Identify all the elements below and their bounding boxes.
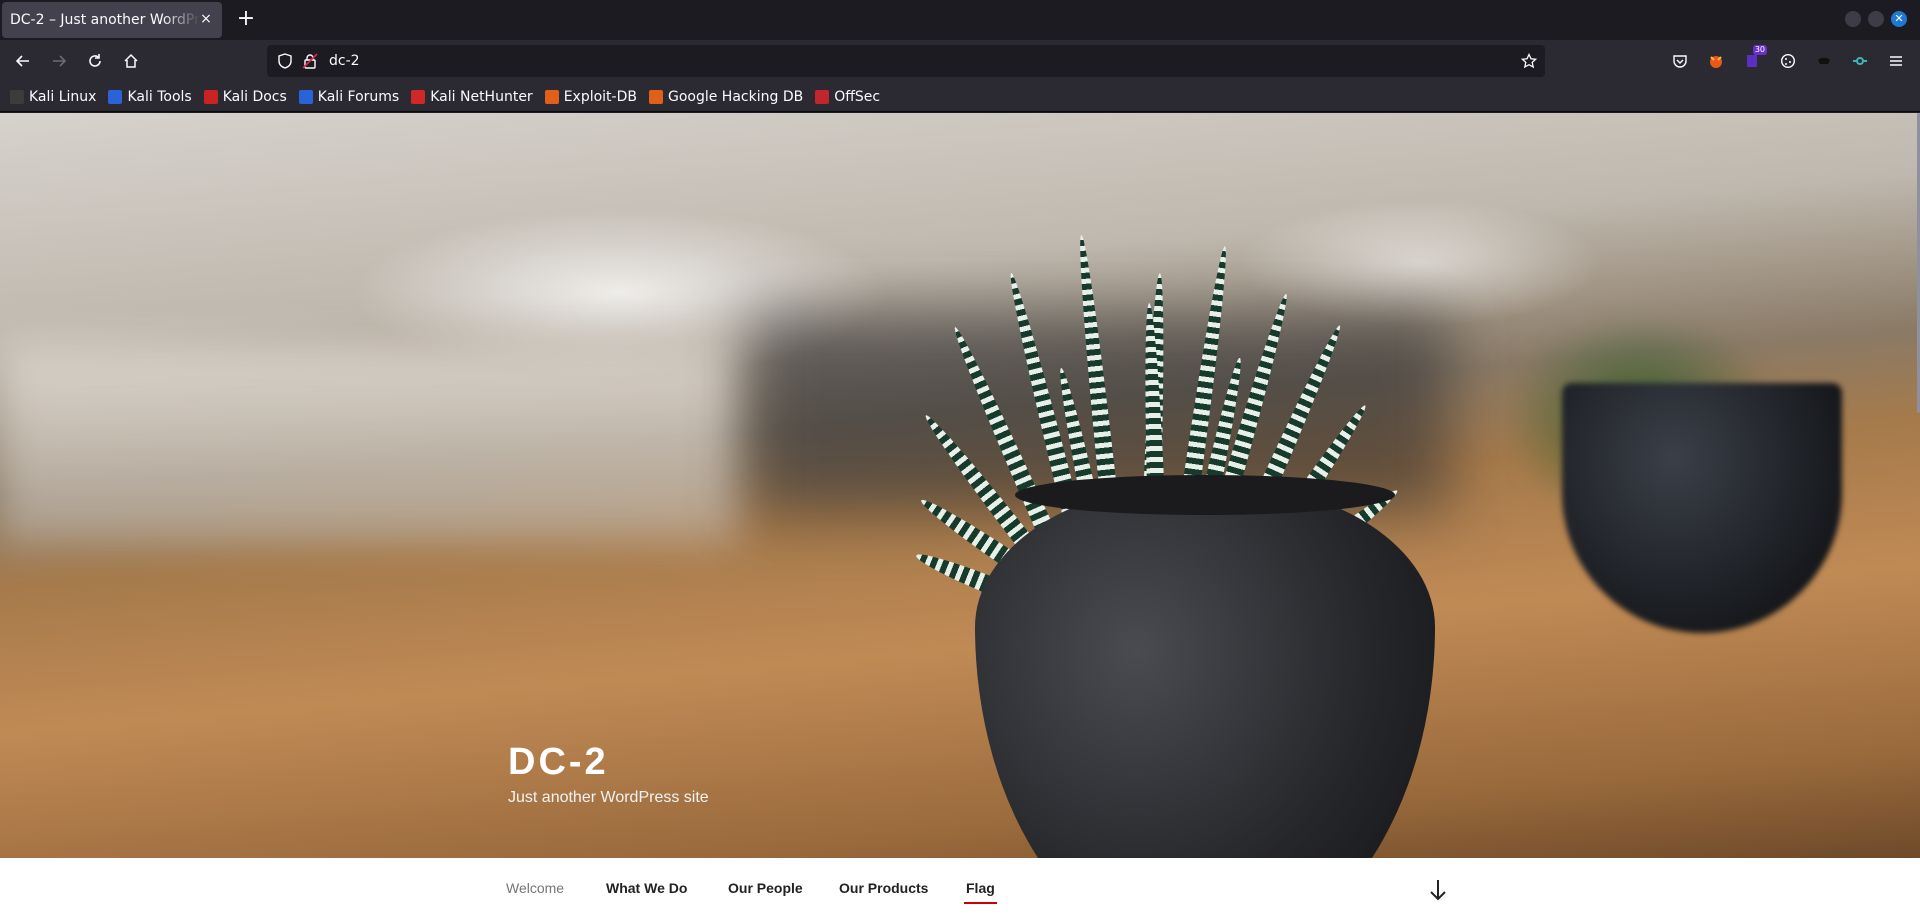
exploit-db-icon bbox=[544, 89, 559, 104]
maximize-button[interactable] bbox=[1868, 11, 1884, 27]
url-text[interactable]: dc-2 bbox=[329, 53, 360, 69]
site-title[interactable]: DC-2 bbox=[508, 741, 609, 784]
reload-icon bbox=[89, 54, 101, 67]
menu-item-our-products[interactable]: Our Products bbox=[839, 880, 928, 896]
kali-docs-icon bbox=[203, 89, 218, 104]
bookmark-label: Kali Tools bbox=[127, 88, 192, 105]
bookmarks-toolbar: Kali Linux Kali Tools Kali Docs Kali Forums… bbox=[0, 82, 1920, 112]
extension-badge: 30 bbox=[1752, 45, 1767, 55]
back-button[interactable] bbox=[11, 49, 35, 73]
menu-item-our-people[interactable]: Our People bbox=[728, 880, 803, 896]
kali-tools-icon bbox=[108, 89, 123, 104]
fox-extension-icon[interactable] bbox=[1707, 52, 1725, 70]
pocket-icon[interactable] bbox=[1671, 52, 1689, 70]
google-hacking-db-icon bbox=[648, 89, 663, 104]
webpage: DC-2 Just another WordPress site Welcome… bbox=[0, 113, 1920, 920]
bookmark-label: OffSec bbox=[834, 88, 881, 105]
forward-arrow-icon bbox=[53, 55, 67, 67]
bookmark-kali-tools[interactable]: Kali Tools bbox=[108, 88, 192, 105]
kali-forums-icon bbox=[298, 89, 313, 104]
bookmark-google-hacking-db[interactable]: Google Hacking DB bbox=[648, 88, 804, 105]
shield-icon[interactable] bbox=[277, 53, 293, 69]
reload-button[interactable] bbox=[83, 49, 107, 73]
minimize-button[interactable] bbox=[1845, 11, 1861, 27]
tab-strip: DC-2 – Just another WordPress site × + ✕ bbox=[0, 0, 1920, 40]
bookmark-label: Kali Linux bbox=[29, 88, 97, 105]
bookmark-kali-linux[interactable]: Kali Linux bbox=[10, 89, 96, 105]
bookmark-kali-nethunter[interactable]: Kali NetHunter bbox=[411, 88, 533, 105]
insecure-lock-icon[interactable] bbox=[302, 53, 318, 69]
bookmark-label: Kali Docs bbox=[222, 88, 287, 105]
cookie-icon[interactable] bbox=[1779, 52, 1797, 70]
plant-pot bbox=[975, 483, 1435, 858]
kali-linux-icon bbox=[10, 89, 24, 104]
bookmark-exploit-db[interactable]: Exploit-DB bbox=[544, 88, 637, 105]
bookmark-offsec[interactable]: OffSec bbox=[815, 89, 880, 105]
bookmark-label: Kali Forums bbox=[317, 88, 400, 105]
mask-extension-icon[interactable] bbox=[1815, 52, 1833, 70]
bookmark-kali-forums[interactable]: Kali Forums bbox=[298, 88, 400, 105]
site-description: Just another WordPress site bbox=[508, 789, 709, 806]
bookmark-label: Exploit-DB bbox=[563, 88, 637, 105]
bookmark-star-icon[interactable] bbox=[1521, 53, 1537, 69]
close-icon[interactable]: × bbox=[198, 11, 214, 27]
top-navigation-menu: Welcome What We Do Our People Our Products F… bbox=[0, 858, 1920, 920]
menu-item-flag[interactable]: Flag bbox=[964, 880, 997, 904]
offsec-icon bbox=[815, 89, 830, 104]
extension-badge-icon[interactable]: 30 bbox=[1743, 45, 1767, 70]
hero-header-image: DC-2 Just another WordPress site bbox=[0, 113, 1920, 858]
menu-item-what-we-do[interactable]: What We Do bbox=[606, 880, 687, 896]
close-window-button[interactable]: ✕ bbox=[1891, 11, 1907, 27]
navigation-toolbar: dc-2 30 bbox=[0, 40, 1920, 82]
bookmark-kali-docs[interactable]: Kali Docs bbox=[203, 88, 287, 105]
bookmark-label: Kali NetHunter bbox=[430, 88, 533, 105]
menu-hamburger-icon[interactable] bbox=[1887, 52, 1905, 70]
home-icon bbox=[124, 53, 138, 68]
forward-button[interactable] bbox=[47, 49, 71, 73]
network-extension-icon[interactable] bbox=[1851, 52, 1869, 70]
back-arrow-icon bbox=[15, 55, 29, 67]
address-bar[interactable]: dc-2 bbox=[267, 45, 1545, 77]
bookmark-label: Google Hacking DB bbox=[667, 88, 804, 105]
home-button[interactable] bbox=[119, 49, 143, 73]
scroll-down-arrow-icon[interactable] bbox=[1428, 878, 1448, 902]
browser-tab[interactable]: DC-2 – Just another WordPress site × bbox=[2, 2, 222, 38]
tab-title: DC-2 – Just another WordPress site bbox=[10, 12, 200, 28]
new-tab-button[interactable]: + bbox=[234, 8, 258, 32]
menu-item-welcome[interactable]: Welcome bbox=[506, 880, 564, 896]
kali-nethunter-icon bbox=[411, 89, 426, 104]
